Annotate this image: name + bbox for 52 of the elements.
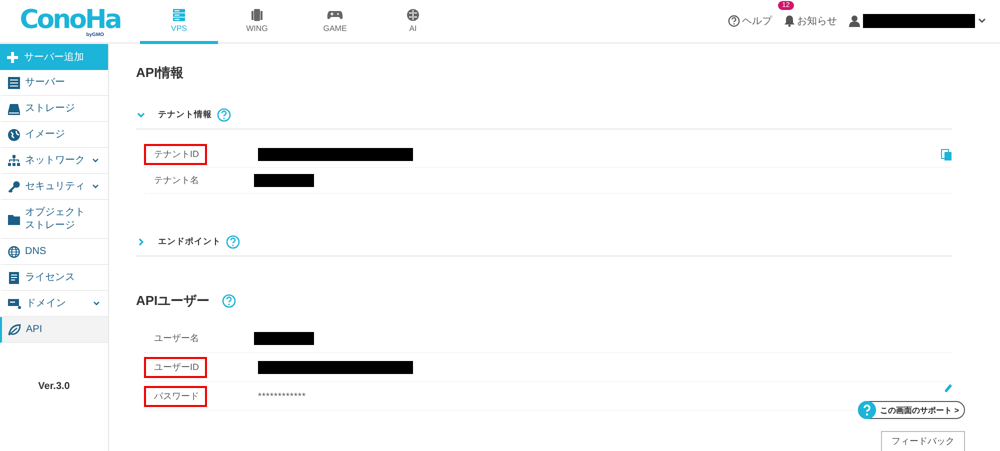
nav-tab[interactable]: GAME xyxy=(296,0,374,44)
user-menu[interactable] xyxy=(849,14,986,28)
field-label: ユーザーID xyxy=(146,358,205,376)
folder-icon xyxy=(8,214,20,224)
sidebar-item[interactable]: サーバー xyxy=(0,70,108,96)
card-icon xyxy=(8,298,21,309)
sidebar-item[interactable]: イメージ xyxy=(0,122,108,148)
help-icon[interactable] xyxy=(226,235,240,249)
section-title: APIユーザー xyxy=(136,292,210,310)
bell-icon xyxy=(784,15,795,27)
help-icon xyxy=(858,401,876,419)
user-icon xyxy=(849,15,860,27)
leaf-icon xyxy=(8,324,21,336)
document-icon xyxy=(8,272,20,284)
chevron-down-icon xyxy=(978,18,986,24)
field-label: テナントID xyxy=(146,146,205,163)
copy-icon[interactable] xyxy=(941,148,952,160)
field-label: パスワード xyxy=(146,388,205,404)
page-title: API情報 xyxy=(136,64,185,82)
section-header[interactable]: エンドポイント xyxy=(136,229,952,257)
drive-icon xyxy=(8,102,20,114)
help-link[interactable]: ヘルプ xyxy=(728,14,772,28)
network-icon xyxy=(8,154,20,166)
sidebar-item[interactable]: セキュリティ xyxy=(0,174,108,200)
pencil-icon[interactable] xyxy=(944,384,952,394)
sidebar-item[interactable]: API xyxy=(0,317,108,343)
nav-tab[interactable]: WING xyxy=(218,0,296,44)
feedback-button[interactable]: フィードバック xyxy=(881,431,965,451)
section-header[interactable]: テナント情報 xyxy=(136,102,952,130)
help-icon[interactable] xyxy=(222,294,236,308)
masked-password: ************ xyxy=(258,391,306,401)
sidebar-item[interactable]: ライセンス xyxy=(0,265,108,291)
version-label: Ver.3.0 xyxy=(37,381,71,392)
chevron-down-icon xyxy=(137,111,145,119)
field-label: ユーザー名 xyxy=(153,332,200,344)
sidebar-item[interactable]: オブジェクトストレージ xyxy=(0,200,108,239)
sidebar-item[interactable]: ネットワーク xyxy=(0,148,108,174)
field-label: テナント名 xyxy=(153,174,200,187)
sidebar-item[interactable]: ストレージ xyxy=(0,96,108,122)
help-icon[interactable] xyxy=(217,108,231,122)
support-button[interactable]: この画面のサポート > xyxy=(858,401,965,419)
key-icon xyxy=(8,180,20,192)
plus-icon xyxy=(7,52,18,62)
sidebar-item[interactable]: DNS xyxy=(0,239,108,265)
globe-icon xyxy=(8,128,20,140)
nav-tab[interactable]: AI xyxy=(374,0,452,44)
gamepad-icon xyxy=(327,8,343,22)
globe-icon xyxy=(8,246,20,258)
server-icon xyxy=(172,8,186,22)
help-icon xyxy=(728,15,740,27)
server-icon xyxy=(8,76,20,88)
chevron-right-icon xyxy=(137,238,145,246)
